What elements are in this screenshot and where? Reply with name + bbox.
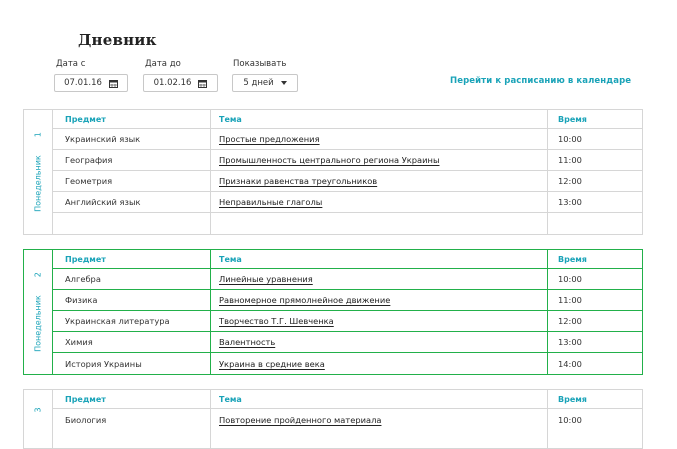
table-row: Алгебра Линейные уравнения 10:00 [53,269,642,290]
date-from-value: 07.01.16 [64,78,102,88]
lesson-theme-cell: Равномерное прямолнейное движение [219,290,390,310]
day-side-label: Понедельник 2 [24,250,53,374]
day-side-label: 3 [24,390,53,448]
table-header-row: Предмет Тема Время [53,250,642,269]
show-label: Показывать [233,59,287,69]
table-row: Физика Равномерное прямолнейное движение 1… [53,290,642,311]
lesson-time: 14:00 [558,358,582,369]
lesson-theme-link[interactable]: Творчество Т.Г. Шевченка [219,316,334,326]
page-title: Дневник [78,31,157,49]
header-subject: Предмет [65,254,106,264]
header-time: Время [558,394,587,404]
day-block-1: Понедельник 1 Предмет Тема Время Украинский я… [23,109,643,235]
chevron-down-icon [280,81,287,85]
lesson-time: 13:00 [558,197,582,207]
calendar-icon [108,79,118,88]
table-row [53,213,642,234]
lesson-theme-cell: Линейные уравнения [219,269,313,289]
header-theme: Тема [219,394,242,404]
lesson-subject: История Украины [65,358,142,369]
date-to-field[interactable]: 01.02.16 [143,74,218,92]
day-block-2: Понедельник 2 Предмет Тема Время Алгебра Линей… [23,249,643,375]
day-weekday: Понедельник [33,295,43,352]
lesson-time: 13:00 [558,337,582,347]
lesson-subject: Геометрия [65,176,113,186]
lesson-subject: Английский язык [65,197,141,207]
lesson-subject: География [65,155,113,165]
lesson-theme-cell: Повторение пройденного материала [219,409,381,430]
lesson-theme-link[interactable]: Признаки равенства треугольников [219,176,377,186]
lesson-theme-cell: Простые предложения [219,129,320,149]
header-subject: Предмет [65,114,106,124]
lesson-theme-cell: Валентность [219,332,275,352]
lesson-theme-cell: Неправильные глаголы [219,192,322,212]
table-row: Украинский язык Простые предложения 10:00 [53,129,642,150]
lesson-subject: Биология [65,414,107,425]
table-row: География Промышленность центрального рег… [53,150,642,171]
header-theme: Тема [219,254,242,264]
lesson-subject: Украинский язык [65,134,141,144]
day-number: 2 [33,272,43,278]
lesson-subject: Украинская литература [65,316,170,326]
lesson-theme-link[interactable]: Повторение пройденного материала [219,415,381,425]
lesson-time: 11:00 [558,155,582,165]
date-from-label: Дата с [56,59,86,69]
header-time: Время [558,114,587,124]
day-number: 3 [33,407,43,413]
lesson-theme-link[interactable]: Линейные уравнения [219,274,313,284]
lesson-time: 10:00 [558,134,582,144]
date-to-label: Дата до [145,59,181,69]
header-time: Время [558,254,587,264]
lesson-time: 10:00 [558,414,582,425]
lesson-theme-cell: Украина в средние века [219,353,325,374]
show-days-value: 5 дней [243,78,274,88]
lesson-theme-link[interactable]: Промышленность центрального региона Укра… [219,155,440,165]
show-days-select[interactable]: 5 дней [232,74,298,92]
day-weekday: Понедельник [33,155,43,212]
lesson-subject: Алгебра [65,274,101,284]
table-row: История Украины Украина в средние века 14:… [53,353,642,374]
calendar-icon [198,79,208,88]
lesson-time: 12:00 [558,316,582,326]
lesson-time: 11:00 [558,295,582,305]
table-row: Геометрия Признаки равенства треугольнико… [53,171,642,192]
lesson-theme-link[interactable]: Равномерное прямолнейное движение [219,295,390,305]
header-subject: Предмет [65,394,106,404]
lesson-theme-cell: Признаки равенства треугольников [219,171,377,191]
lesson-theme-cell: Промышленность центрального региона Укра… [219,150,440,170]
table-header-row: Предмет Тема Время [53,390,642,409]
lesson-subject: Химия [65,337,93,347]
day-side-label: Понедельник 1 [24,110,53,234]
table-row: Биология Повторение пройденного материала… [53,409,642,430]
date-from-field[interactable]: 07.01.16 [54,74,128,92]
lesson-theme-link[interactable]: Украина в средние века [219,359,325,369]
day-number: 1 [33,132,43,138]
lesson-theme-link[interactable]: Простые предложения [219,134,320,144]
header-theme: Тема [219,114,242,124]
lesson-theme-link[interactable]: Неправильные глаголы [219,197,322,207]
lesson-theme-link[interactable]: Валентность [219,337,275,347]
date-to-value: 01.02.16 [153,78,192,88]
calendar-schedule-link[interactable]: Перейти к расписанию в календаре [450,76,631,86]
table-header-row: Предмет Тема Время [53,110,642,129]
lesson-time: 12:00 [558,176,582,186]
day-block-3: 3 Предмет Тема Время Биология Повторение прой… [23,389,643,449]
table-row: Химия Валентность 13:00 [53,332,642,353]
lesson-subject: Физика [65,295,98,305]
lesson-time: 10:00 [558,274,582,284]
table-row: Английский язык Неправильные глаголы 13:00 [53,192,642,213]
lesson-theme-cell: Творчество Т.Г. Шевченка [219,311,334,331]
table-row: Украинская литература Творчество Т.Г. Шев… [53,311,642,332]
